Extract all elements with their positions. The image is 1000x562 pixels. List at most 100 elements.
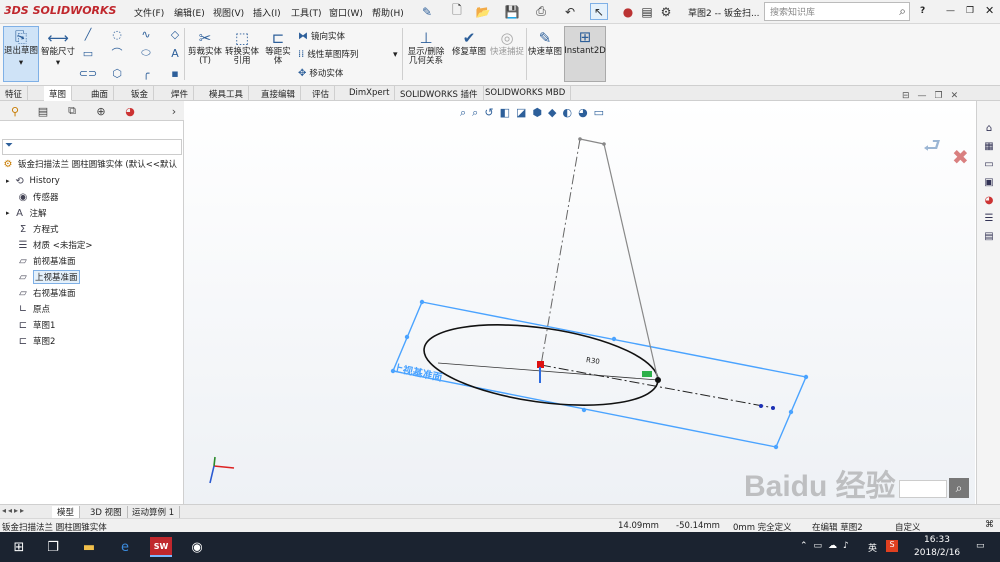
tree-item-top-plane[interactable]: ▱ 上视基准面	[17, 270, 80, 284]
clock-time[interactable]: 16:33	[924, 535, 950, 545]
clock-date[interactable]: 2018/2/16	[914, 548, 960, 558]
trim-entities-button[interactable]: ✂ 剪裁实体(T)	[188, 28, 222, 66]
tree-item-origin[interactable]: ∟ 原点	[17, 302, 50, 316]
tree-item-front-plane[interactable]: ▱ 前视基准面	[17, 254, 75, 268]
repair-sketch-button[interactable]: ✔ 修复草图	[452, 28, 486, 57]
notification-icon[interactable]: ▭	[976, 541, 985, 551]
polygon-icon[interactable]: ⬡	[109, 66, 125, 80]
tab-solidworks-mbd[interactable]: SOLIDWORKS MBD	[480, 86, 572, 101]
tab-evaluate[interactable]: 评估	[307, 86, 336, 101]
design-library-icon[interactable]: ▦	[981, 139, 997, 153]
chevron-down-icon[interactable]: ▾	[19, 59, 23, 68]
menu-view[interactable]: 视图(V)	[213, 6, 244, 19]
arc-icon[interactable]: ⌒	[109, 46, 125, 60]
endpoint[interactable]	[655, 377, 661, 383]
save-icon[interactable]: 💾	[503, 3, 521, 20]
menu-window[interactable]: 窗口(W)	[329, 6, 363, 19]
file-explorer-taskbar-icon[interactable]: ▬	[78, 537, 100, 557]
line-icon[interactable]: ╱	[80, 27, 96, 41]
search-icon[interactable]: ⌕	[899, 4, 906, 19]
tab-sketch[interactable]: 草图	[44, 86, 73, 101]
new-document-icon[interactable]: 🗋	[448, 3, 466, 20]
viewport-split-icon[interactable]: ⊟	[902, 91, 910, 101]
solidworks-logo[interactable]: 3DS SOLIDWORKS	[4, 4, 116, 17]
view-palette-icon[interactable]: ▣	[981, 175, 997, 189]
input-method-icon[interactable]: S	[886, 540, 898, 552]
windows-start-icon[interactable]: ⊞	[8, 537, 30, 557]
sketch-point[interactable]	[602, 142, 606, 146]
top-plane-outline[interactable]	[392, 301, 807, 448]
linear-pattern-button[interactable]: ⁞⁞ 线性草图阵列	[298, 48, 358, 61]
tree-item-material[interactable]: ☰ 材质 <未指定>	[17, 238, 93, 252]
appearances-icon[interactable]: ◕	[981, 193, 997, 207]
circle-icon[interactable]: ◌	[109, 27, 125, 41]
home-icon[interactable]: ⌂	[981, 121, 997, 135]
app-taskbar-icon[interactable]: ◉	[186, 537, 208, 557]
viewport-restore-icon[interactable]: ❐	[935, 91, 943, 101]
close-icon[interactable]: ✕	[985, 4, 994, 17]
tab-3d-views[interactable]: 3D 视图	[85, 506, 128, 518]
tab-features[interactable]: 特征	[0, 86, 29, 101]
tab-surfaces[interactable]: 曲面	[86, 86, 115, 101]
instant2d-button[interactable]: ⊞ Instant2D	[564, 26, 606, 82]
tree-item-sensors[interactable]: ◉ 传感器	[17, 190, 59, 204]
tab-mold-tools[interactable]: 模具工具	[204, 86, 250, 101]
viewport-minimize-icon[interactable]: —	[918, 91, 927, 101]
endpoint[interactable]	[771, 406, 775, 410]
slot-icon[interactable]: ⊂⊃	[79, 66, 97, 80]
centerline[interactable]	[540, 364, 775, 409]
appearance-icon[interactable]: ◕	[118, 103, 142, 119]
ellipse-icon[interactable]: ⬭	[138, 46, 154, 60]
tree-root[interactable]: ⚙ 钣金扫描法兰 圆柱圆锥实体 (默认<<默认	[2, 157, 177, 171]
tree-item-sketch2[interactable]: ⊏ 草图2	[17, 334, 56, 348]
plane-icon[interactable]: ◇	[167, 27, 183, 41]
text-icon[interactable]: A	[167, 46, 183, 60]
spline-icon[interactable]: ∿	[138, 27, 154, 41]
tab-direct-editing[interactable]: 直接编辑	[256, 86, 302, 101]
graphics-area[interactable]: ⌕ ⌕ ↺ ◧ ◪ ⬢ ◆ ◐ ◕ ▭ ⊟ — ❐ ✕ ⮐ ✖ 上视基准面 R3…	[184, 91, 975, 504]
traffic-light-icon[interactable]: ●	[619, 3, 637, 20]
solidworks-taskbar-icon[interactable]: SW	[150, 537, 172, 557]
expand-arrow-icon[interactable]: ▸	[6, 177, 10, 185]
smart-dimension-button[interactable]: ⟷ 智能尺寸 ▾	[41, 28, 75, 68]
chevron-right-icon[interactable]: ›	[162, 103, 186, 119]
rectangle-icon[interactable]: ▭	[80, 46, 96, 60]
tree-item-right-plane[interactable]: ▱ 右视基准面	[17, 286, 75, 300]
chevron-down-icon[interactable]: ▾	[56, 59, 60, 68]
dimxpert-icon[interactable]: ⊕	[89, 103, 113, 119]
tab-sheet-metal[interactable]: 钣金	[126, 86, 155, 101]
top-line[interactable]	[579, 138, 605, 145]
tree-item-equations[interactable]: Σ 方程式	[17, 222, 59, 236]
custom-properties-icon[interactable]: ☰	[981, 211, 997, 225]
tab-weldments[interactable]: 焊件	[166, 86, 195, 101]
help-icon[interactable]: ?	[920, 6, 925, 16]
convert-entities-button[interactable]: ⬚ 转换实体引用	[224, 28, 260, 66]
menu-file[interactable]: 文件(F)	[134, 6, 164, 19]
point-icon[interactable]: ▪	[167, 66, 183, 80]
status-help-icon[interactable]: ⌘	[985, 520, 994, 530]
chevron-down-icon[interactable]: ▾	[393, 50, 398, 60]
feature-tree-icon[interactable]: ⚲	[3, 103, 27, 119]
select-arrow-icon[interactable]: ↖	[590, 3, 608, 20]
options-gear-icon[interactable]: ⚙	[657, 3, 675, 20]
tree-filter[interactable]: ⏷	[2, 139, 182, 155]
quick-snap-button[interactable]: ◎ 快速捕捉	[490, 28, 524, 57]
minimize-icon[interactable]: —	[946, 6, 955, 16]
tree-item-history[interactable]: ▸ ⟲ History	[6, 174, 60, 188]
system-tray-icons[interactable]: ⌃▭☁♪	[800, 541, 855, 551]
open-folder-icon[interactable]: 📂	[474, 3, 492, 20]
expand-arrow-icon[interactable]: ▸	[6, 209, 10, 217]
menu-edit[interactable]: 编辑(E)	[174, 6, 205, 19]
tab-solidworks-addins[interactable]: SOLIDWORKS 插件	[395, 86, 484, 101]
move-entities-button[interactable]: ✥ 移动实体	[298, 67, 343, 80]
edge-browser-icon[interactable]: e	[114, 537, 136, 557]
configuration-icon[interactable]: ⧉	[60, 103, 84, 119]
file-explorer-icon[interactable]: ▭	[981, 157, 997, 171]
task-view-icon[interactable]: ❐	[42, 537, 64, 557]
mirror-entities-button[interactable]: ⧓ 镜向实体	[298, 30, 345, 43]
rapid-sketch-button[interactable]: ✎ 快速草图	[528, 28, 562, 57]
show-relations-button[interactable]: ⊥ 显示/删除几何关系	[405, 28, 447, 66]
file-properties-icon[interactable]: ▤	[638, 3, 656, 20]
pin-icon[interactable]: ✎	[418, 3, 436, 20]
tab-scroll-arrows[interactable]: ◂◂▸▸	[2, 506, 26, 515]
